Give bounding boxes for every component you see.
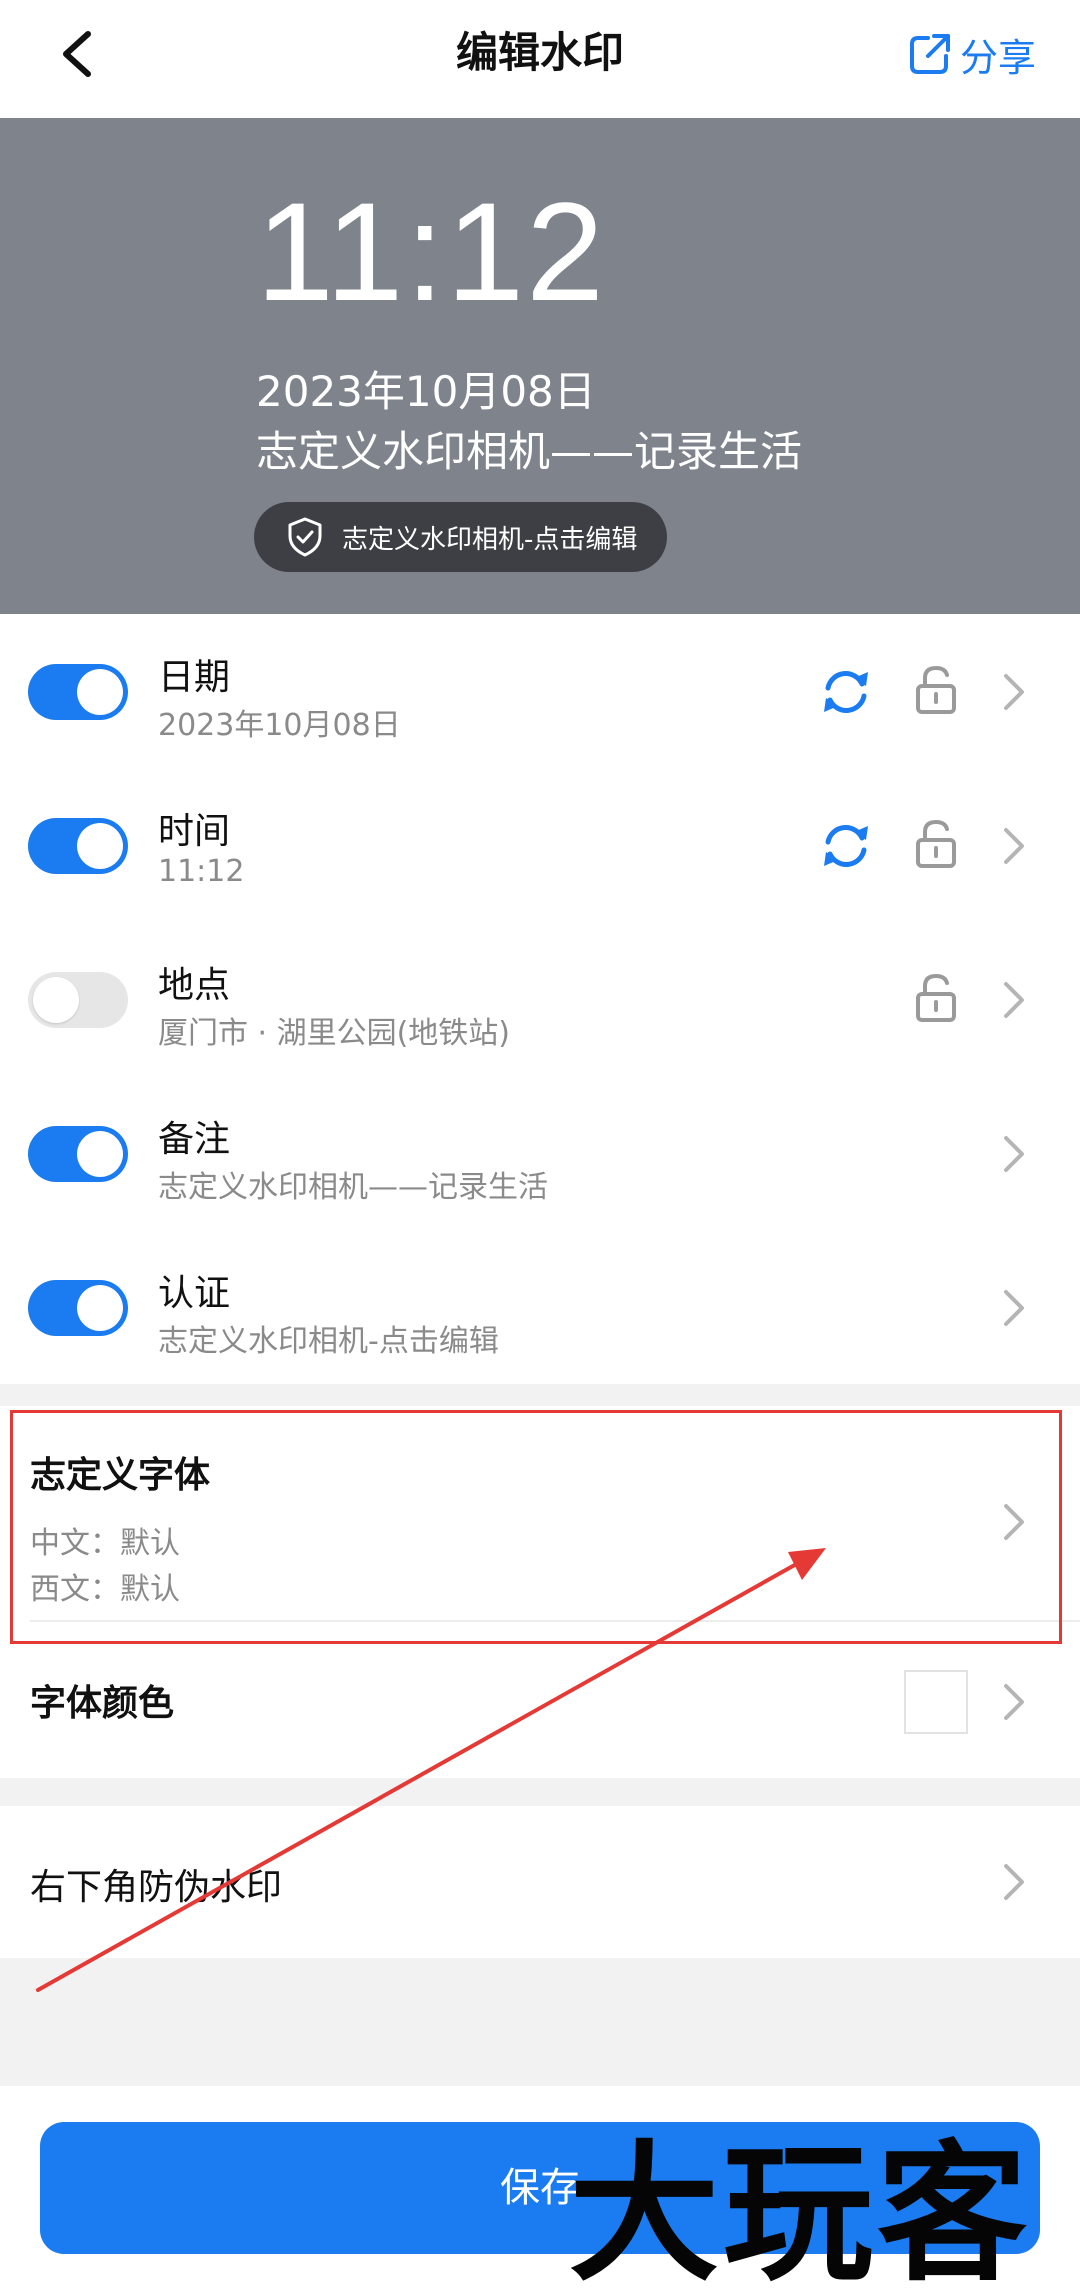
lock-icon[interactable] xyxy=(910,662,962,718)
preview-note: 志定义水印相机——记录生活 xyxy=(256,427,803,476)
chevron-right-icon xyxy=(1004,1136,1024,1172)
font-settings-section: 志定义字体 中文：默认 西文：默认 字体颜色 xyxy=(0,1406,1080,1778)
preview-badge[interactable]: 志定义水印相机-点击编辑 xyxy=(254,502,668,572)
row-note[interactable]: 备注 志定义水印相机——记录生活 xyxy=(0,1076,1080,1230)
nav-bar: 编辑水印 分享 xyxy=(0,0,1080,118)
share-icon xyxy=(909,34,950,74)
row-value: 11:12 xyxy=(158,854,245,889)
preview-date: 2023年10月08日 xyxy=(256,367,596,416)
chevron-right-icon xyxy=(1004,1864,1024,1900)
toggle-knob xyxy=(77,1131,123,1177)
chevron-right-icon xyxy=(1004,982,1024,1018)
row-value: 2023年10月08日 xyxy=(158,708,401,743)
shield-check-icon xyxy=(288,517,322,557)
lock-icon[interactable] xyxy=(910,816,962,872)
chinese-font-value: 中文：默认 xyxy=(30,1526,180,1561)
anti-fake-watermark-row[interactable]: 右下角防伪水印 xyxy=(0,1806,1080,1958)
watermark-preview: 11:12 2023年10月08日 志定义水印相机——记录生活 志定义水印相机-… xyxy=(0,118,1080,614)
save-button[interactable]: 保存 xyxy=(40,2122,1040,2254)
custom-font-row[interactable]: 志定义字体 中文：默认 西文：默认 xyxy=(0,1406,1080,1620)
share-button[interactable]: 分享 xyxy=(906,26,1036,82)
color-swatch[interactable] xyxy=(904,1670,968,1734)
row-certification[interactable]: 认证 志定义水印相机-点击编辑 xyxy=(0,1230,1080,1384)
toggle-note[interactable] xyxy=(28,1126,128,1182)
bottom-bar: 保存 xyxy=(0,2086,1080,2292)
row-label: 认证 xyxy=(158,1273,231,1314)
row-value: 志定义水印相机——记录生活 xyxy=(158,1170,548,1205)
western-font-value: 西文：默认 xyxy=(30,1572,180,1607)
toggle-knob xyxy=(77,1285,123,1331)
font-color-title: 字体颜色 xyxy=(30,1683,175,1724)
toggle-time[interactable] xyxy=(28,818,128,874)
row-value: 志定义水印相机-点击编辑 xyxy=(158,1324,499,1359)
field-list: 日期 2023年10月08日 时间 11:12 地点 厦门市 · 湖里公园(地铁… xyxy=(0,614,1080,1384)
font-color-row[interactable]: 字体颜色 xyxy=(0,1622,1080,1778)
toggle-location[interactable] xyxy=(28,972,128,1028)
row-label: 日期 xyxy=(158,657,231,698)
toggle-knob xyxy=(77,823,123,869)
chevron-right-icon xyxy=(1004,828,1024,864)
toggle-certification[interactable] xyxy=(28,1280,128,1336)
anti-fake-title: 右下角防伪水印 xyxy=(30,1867,283,1908)
refresh-icon[interactable] xyxy=(818,818,874,874)
custom-font-title: 志定义字体 xyxy=(30,1455,211,1496)
toggle-knob xyxy=(77,669,123,715)
row-label: 备注 xyxy=(158,1119,231,1160)
row-value: 厦门市 · 湖里公园(地铁站) xyxy=(158,1016,511,1051)
row-location[interactable]: 地点 厦门市 · 湖里公园(地铁站) xyxy=(0,922,1080,1076)
row-label: 地点 xyxy=(158,965,231,1006)
chevron-right-icon xyxy=(1004,1290,1024,1326)
toggle-knob xyxy=(33,977,79,1023)
row-label: 时间 xyxy=(158,811,231,852)
chevron-right-icon xyxy=(1004,1684,1024,1720)
refresh-icon[interactable] xyxy=(818,664,874,720)
share-label: 分享 xyxy=(959,35,1036,80)
preview-time: 11:12 xyxy=(256,173,606,330)
toggle-date[interactable] xyxy=(28,664,128,720)
chevron-right-icon xyxy=(1004,674,1024,710)
chevron-right-icon xyxy=(1004,1504,1024,1540)
row-time[interactable]: 时间 11:12 xyxy=(0,768,1080,922)
row-date[interactable]: 日期 2023年10月08日 xyxy=(0,614,1080,768)
lock-icon[interactable] xyxy=(910,970,962,1026)
preview-badge-label: 志定义水印相机-点击编辑 xyxy=(342,524,638,555)
